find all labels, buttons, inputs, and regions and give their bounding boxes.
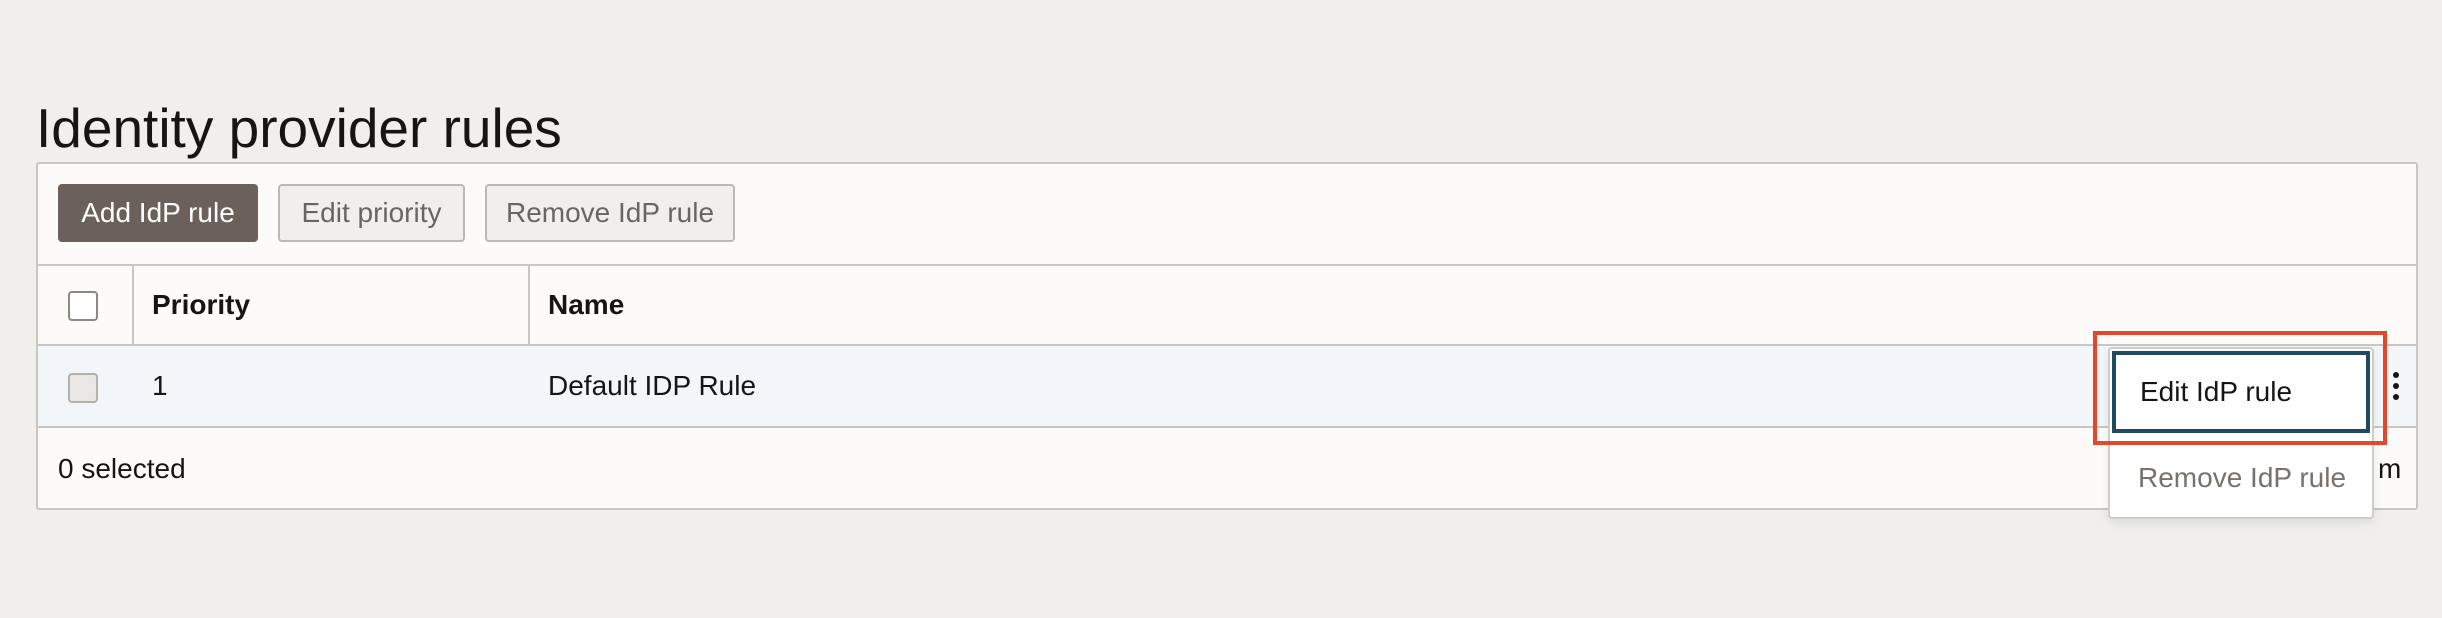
- column-header-name[interactable]: Name: [548, 266, 624, 344]
- selected-count: 0 selected: [58, 453, 186, 484]
- table-footer: 0 selected m: [38, 428, 2416, 508]
- column-divider: [132, 266, 134, 344]
- column-divider: [528, 266, 530, 344]
- column-header-priority[interactable]: Priority: [152, 266, 250, 344]
- select-all-checkbox[interactable]: [68, 291, 98, 321]
- add-idp-rule-button[interactable]: Add IdP rule: [58, 184, 258, 242]
- row-select-checkbox[interactable]: [68, 373, 98, 403]
- remove-idp-rule-button[interactable]: Remove IdP rule: [485, 184, 735, 242]
- footer-right-text: m: [2378, 453, 2402, 484]
- row-priority-cell: 1: [152, 370, 168, 401]
- edit-priority-button[interactable]: Edit priority: [278, 184, 465, 242]
- table-row[interactable]: 1 Default IDP Rule: [38, 346, 2416, 428]
- kebab-icon[interactable]: [2386, 368, 2406, 404]
- menu-item-edit-idp-rule[interactable]: Edit IdP rule: [2112, 351, 2370, 433]
- rules-table-panel: Add IdP rule Edit priority Remove IdP ru…: [36, 162, 2418, 510]
- row-actions-menu: Edit IdP rule Remove IdP rule: [2108, 347, 2374, 519]
- page-title: Identity provider rules: [36, 96, 562, 159]
- table-toolbar: Add IdP rule Edit priority Remove IdP ru…: [38, 164, 2416, 266]
- row-name-cell: Default IDP Rule: [548, 370, 757, 401]
- table-header-row: Priority Name: [38, 266, 2416, 346]
- menu-item-remove-idp-rule[interactable]: Remove IdP rule: [2110, 439, 2372, 517]
